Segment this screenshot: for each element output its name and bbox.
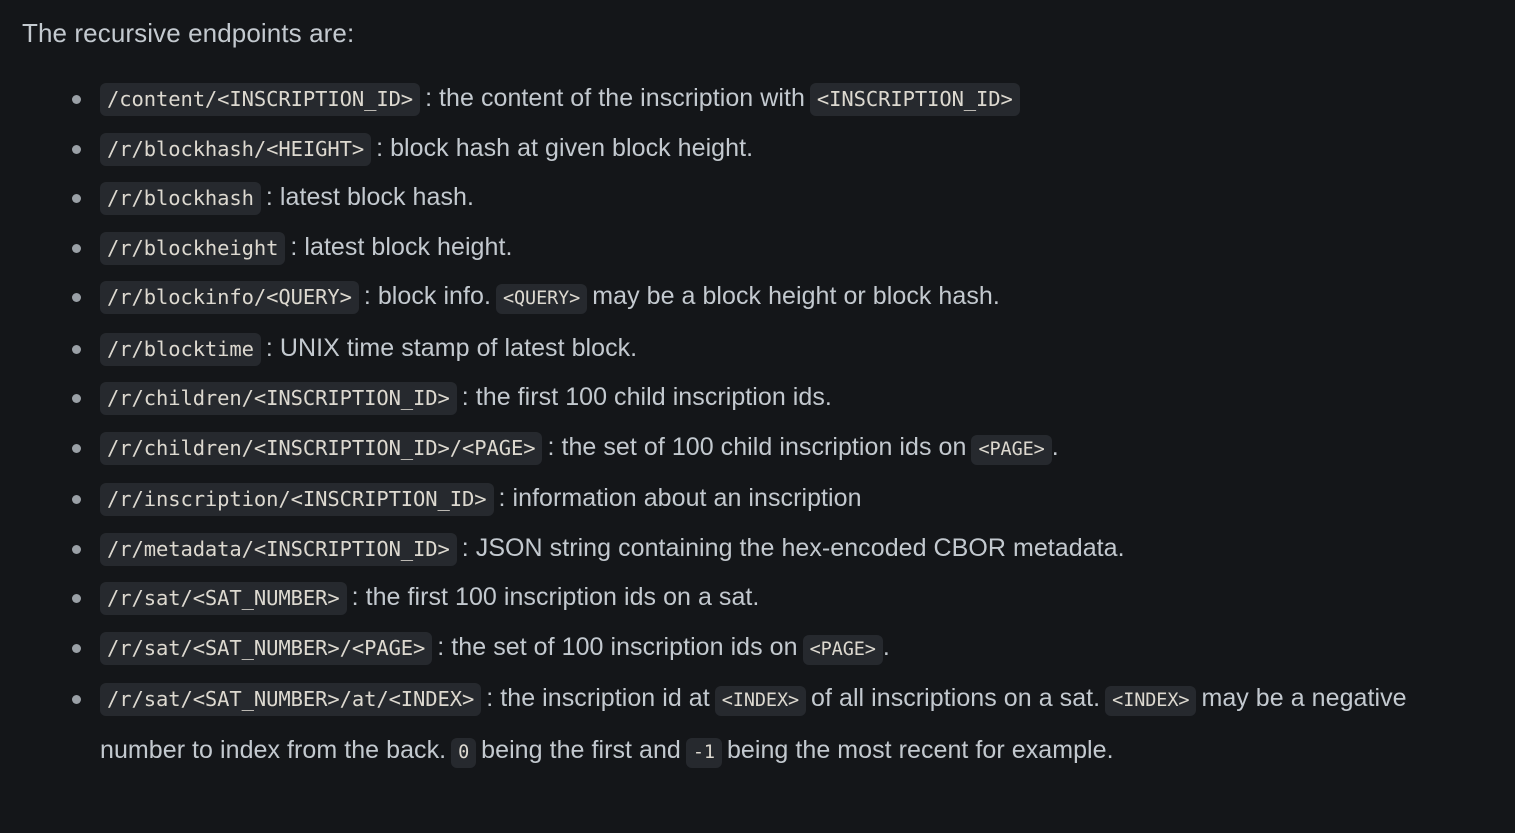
endpoint-description: : the content of the inscription with xyxy=(425,84,805,112)
endpoint-inline-code-negative-one: -1 xyxy=(685,737,722,768)
endpoint-description: : information about an inscription xyxy=(498,484,862,512)
endpoint-inline-code: <PAGE> xyxy=(802,634,883,665)
list-item: /r/blockheight: latest block height. xyxy=(62,223,1497,273)
page-intro-text: The recursive endpoints are: xyxy=(22,18,355,48)
bullet-marker xyxy=(72,495,81,504)
endpoint-description: : the set of 100 child inscription ids o… xyxy=(547,432,967,461)
endpoint-list: /content/<INSCRIPTION_ID>: the content o… xyxy=(18,74,1497,777)
endpoint-description: : the first 100 child inscription ids. xyxy=(461,383,832,411)
endpoint-path-code: /r/children/<INSCRIPTION_ID> xyxy=(100,382,457,415)
endpoint-description: : latest block hash. xyxy=(265,183,474,211)
list-item: /r/blockinfo/<QUERY>: block info. <QUERY>… xyxy=(62,272,1497,324)
endpoint-description: : block hash at given block height. xyxy=(376,133,754,162)
endpoint-description-part5: being the most recent for example. xyxy=(726,735,1114,764)
bullet-marker xyxy=(72,243,81,253)
endpoint-path-code: /r/children/<INSCRIPTION_ID>/<PAGE> xyxy=(100,431,543,465)
bullet-marker xyxy=(72,344,81,354)
endpoint-inline-code-zero: 0 xyxy=(451,737,477,768)
list-item: /r/children/<INSCRIPTION_ID>/<PAGE>: the… xyxy=(62,423,1497,475)
endpoint-path-code: /r/blockinfo/<QUERY> xyxy=(100,281,359,314)
list-item: /r/blockhash/<HEIGHT>: block hash at giv… xyxy=(62,124,1497,174)
endpoint-description: : UNIX time stamp of latest block. xyxy=(265,333,638,362)
bullet-marker xyxy=(72,194,81,203)
endpoint-inline-code: <QUERY> xyxy=(495,284,588,314)
endpoint-path-code: /r/blocktime xyxy=(100,332,261,366)
list-item: /r/children/<INSCRIPTION_ID>: the first … xyxy=(62,373,1497,423)
endpoint-description: : JSON string containing the hex-encoded… xyxy=(461,533,1125,562)
endpoint-path-code: /r/sat/<SAT_NUMBER>/at/<INDEX> xyxy=(100,683,482,716)
bullet-marker xyxy=(72,643,81,653)
list-item: /r/sat/<SAT_NUMBER>: the first 100 inscr… xyxy=(62,573,1497,623)
endpoint-description: : the first 100 inscription ids on a sat… xyxy=(351,583,760,611)
bullet-marker xyxy=(72,394,81,403)
list-item: /r/inscription/<INSCRIPTION_ID>: informa… xyxy=(62,474,1497,524)
endpoint-description-part4: being the first and xyxy=(481,735,681,764)
list-item: /r/sat/<SAT_NUMBER>/<PAGE>: the set of 1… xyxy=(62,623,1497,675)
endpoint-path-code: /r/metadata/<INSCRIPTION_ID> xyxy=(100,532,457,566)
endpoint-path-code: /content/<INSCRIPTION_ID> xyxy=(100,83,421,116)
bullet-marker xyxy=(72,443,81,453)
bullet-marker xyxy=(72,594,81,603)
bullet-marker xyxy=(72,544,81,554)
endpoint-path-code: /r/inscription/<INSCRIPTION_ID> xyxy=(100,483,494,516)
endpoint-inline-code-index-2: <INDEX> xyxy=(1105,686,1197,716)
bullet-marker xyxy=(72,95,81,104)
endpoint-path-code: /r/blockheight xyxy=(100,231,286,265)
list-item: /r/sat/<SAT_NUMBER>/at/<INDEX>: the insc… xyxy=(62,674,1497,777)
bullet-marker xyxy=(72,144,81,154)
endpoint-description: : the set of 100 inscription ids on xyxy=(437,632,798,661)
endpoint-description-tail: . xyxy=(1051,432,1059,461)
endpoint-description: : latest block height. xyxy=(290,232,513,261)
endpoint-description: : block info. xyxy=(363,282,491,310)
endpoint-path-code: /r/sat/<SAT_NUMBER>/<PAGE> xyxy=(100,631,433,665)
bullet-marker xyxy=(72,293,81,302)
list-item: /r/metadata/<INSCRIPTION_ID>: JSON strin… xyxy=(62,524,1497,574)
endpoint-inline-code-index: <INDEX> xyxy=(714,686,807,716)
documentation-page: The recursive endpoints are: /content/<I… xyxy=(0,0,1515,833)
endpoint-description: : the inscription id at xyxy=(486,684,710,712)
endpoint-description-part2: of all inscriptions on a sat. xyxy=(811,684,1101,712)
list-item: /r/blocktime: UNIX time stamp of latest … xyxy=(62,324,1497,374)
bullet-marker xyxy=(72,695,81,704)
endpoint-inline-code: <PAGE> xyxy=(971,434,1052,465)
list-item: /content/<INSCRIPTION_ID>: the content o… xyxy=(62,74,1497,124)
endpoint-path-code: /r/blockhash/<HEIGHT> xyxy=(100,132,372,166)
list-item: /r/blockhash: latest block hash. xyxy=(62,173,1497,223)
endpoint-inline-code: <INSCRIPTION_ID> xyxy=(809,83,1020,116)
endpoint-path-code: /r/sat/<SAT_NUMBER> xyxy=(100,582,347,615)
endpoint-description-tail: may be a block height or block hash. xyxy=(592,282,1000,310)
endpoint-description-tail: . xyxy=(882,632,890,661)
endpoint-path-code: /r/blockhash xyxy=(100,182,261,215)
